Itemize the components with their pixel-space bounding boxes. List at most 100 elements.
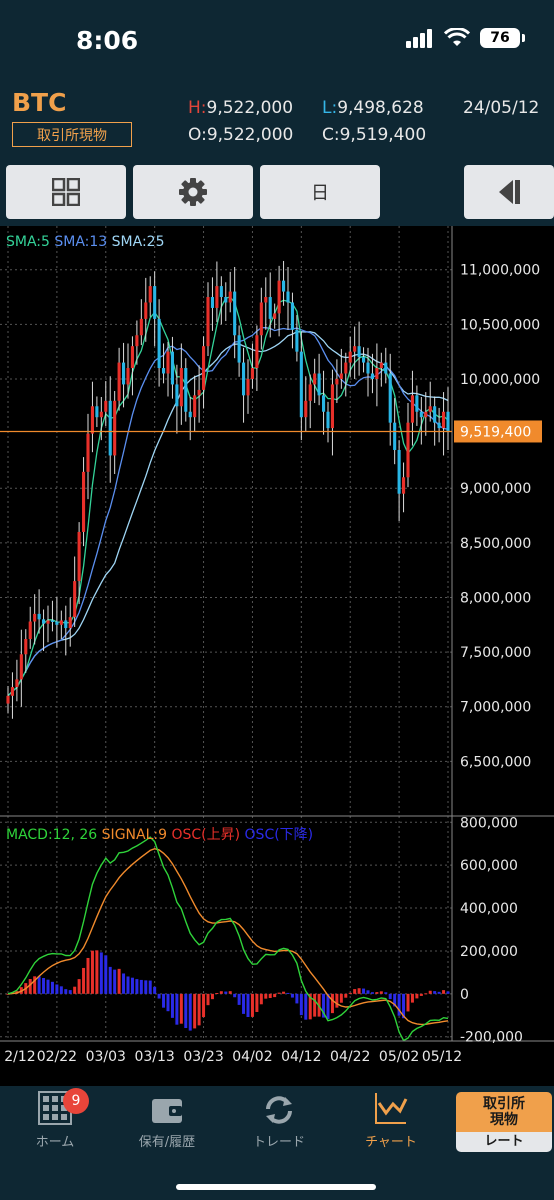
candle-body [242,362,246,396]
price-chart[interactable]: 2/12 02/22 03/03 03/13 03/23 04/02 04/12 04/22 0… [0,226,554,1086]
macd-hist-bar [117,968,121,994]
candle-body [77,531,81,582]
macd-hist-bar [379,991,383,994]
macd-y-tick-label: 0 [460,987,469,1003]
macd-hist-bar [50,981,54,994]
macd-hist-bar [228,991,232,994]
macd-hist-bar [206,993,210,1006]
rate-toggle-label: レート [456,1132,552,1152]
macd-hist-bar [166,993,170,1012]
macd-hist-bar [42,978,46,994]
sma25-label: SMA:25 [111,234,165,250]
grid-icon [52,178,80,206]
macd-hist-bar [259,993,263,1005]
macd-hist-bar [193,993,197,1029]
candle-body [148,286,152,303]
candle-body [50,620,54,622]
macd-hist-bar [428,990,432,994]
y-tick-label: 8,500,000 [460,536,531,552]
candle-body [446,411,450,432]
macd-hist-bar [68,990,72,994]
candle-body [130,346,134,369]
macd-hist-bar [437,991,441,994]
macd-hist-bar [424,993,428,995]
tab-home[interactable]: ホーム 9 [0,1086,110,1156]
macd-hist-bar [210,993,214,1000]
collapse-left-icon [499,180,520,204]
period-button[interactable]: 日 [260,165,380,219]
tab-chart[interactable]: チャート [336,1086,446,1156]
last-price-label: 9,519,400 [460,424,531,440]
candle-body [326,411,330,429]
macd-hist-bar [277,992,281,994]
macd-hist-bar [415,993,419,999]
candle-body [322,395,326,412]
candle-body [299,351,303,418]
macd-hist-bar [46,979,50,994]
settings-button[interactable] [133,165,253,219]
market-badge[interactable]: 取引所現物 [12,122,132,147]
layout-button[interactable] [6,165,126,219]
macd-hist-bar [384,992,388,994]
chart-toolbar: 日 [0,160,554,226]
macd-hist-bar [313,993,317,1017]
tab-trade[interactable]: トレード [224,1086,334,1156]
candle-body [410,395,414,423]
macd-hist-bar [179,993,183,1024]
candle-body [348,351,352,363]
candle-body [73,581,77,618]
candle-body [224,297,228,303]
wifi-icon [444,28,470,46]
sma25-line [7,331,449,697]
candle-body [393,422,397,450]
candle-body [228,291,232,303]
status-time: 8:06 [76,26,139,55]
tab-home-label: ホーム [35,1135,75,1150]
candle-body [117,362,121,401]
candle-body [250,368,254,379]
candle-body [113,400,117,456]
candle-body [237,335,241,363]
candle-body [313,373,317,385]
macd-hist-bar [224,991,228,994]
macd-hist-bar [339,993,343,1003]
collapse-button[interactable] [464,165,554,219]
macd-hist-bar [330,993,334,1014]
candle-body [55,621,59,625]
candle-body [419,411,423,418]
candle-body [273,313,277,319]
macd-hist-bar [299,993,303,1016]
x-tick-label: 03/23 [183,1049,223,1065]
macd-hist-bar [95,950,99,994]
candle-body [37,613,41,620]
macd-y-tick-label: 400,000 [460,901,518,917]
tab-holdings[interactable]: 保有/履歴 [112,1086,222,1156]
wallet-icon [152,1099,182,1123]
macd-hist-bar [37,976,41,994]
y-tick-label: 10,500,000 [460,317,540,333]
macd-label: MACD:12, 26 [6,827,98,843]
candle-body [42,619,46,624]
candle-body [397,449,401,494]
sma13-label: SMA:13 [54,234,108,250]
macd-hist-bar [157,993,161,999]
candle-body [268,297,272,319]
macd-hist-bar [144,980,148,994]
candle-body [68,617,72,629]
y-tick-label: 9,000,000 [460,481,531,497]
notification-badge: 9 [63,1088,89,1114]
macd-hist-bar [295,993,299,1004]
macd-hist-bar [73,986,77,994]
candle-body [433,406,437,423]
chart-area[interactable]: 2/12 02/22 03/03 03/13 03/23 04/02 04/12 04/22 0… [0,226,554,1086]
macd-hist-bar [148,980,152,994]
macd-hist-bar [77,979,81,994]
macd-hist-bar [99,952,103,994]
candle-body [379,362,383,369]
candle-body [64,620,68,629]
candle-body [215,286,219,308]
macd-hist-bar [290,993,294,998]
exchange-rate-toggle[interactable]: 取引所 現物 レート [456,1092,552,1152]
high-value: H:9,522,000 [188,98,294,118]
macd-hist-bar [242,993,246,1014]
